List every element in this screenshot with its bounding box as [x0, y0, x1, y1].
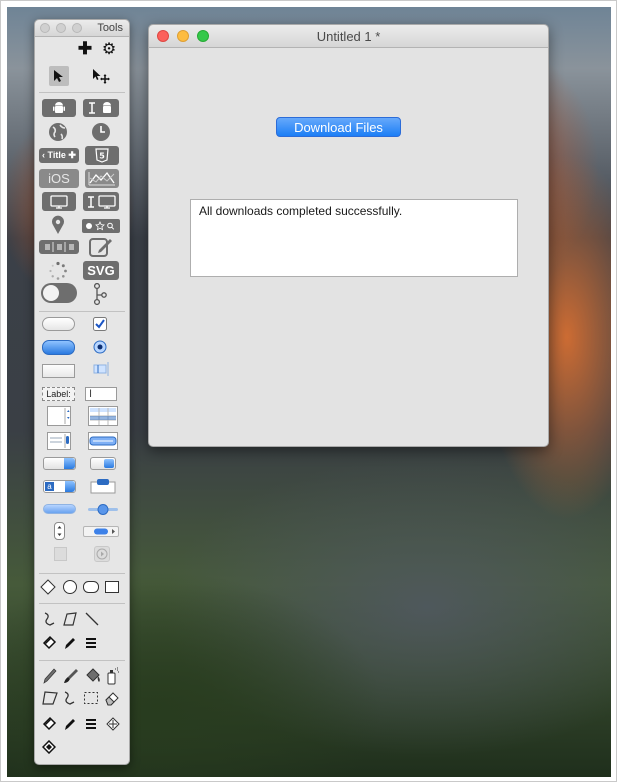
- push-button-control[interactable]: [42, 317, 75, 331]
- pattern-icon[interactable]: [106, 716, 120, 732]
- combo-box-control[interactable]: a: [43, 480, 76, 493]
- map-pin-icon[interactable]: [50, 215, 66, 235]
- fill-tool-icon[interactable]: [42, 716, 58, 732]
- android-app-icon[interactable]: [42, 99, 76, 117]
- chart-icon[interactable]: [85, 169, 119, 188]
- move-pointer-icon[interactable]: [91, 66, 113, 86]
- main-titlebar[interactable]: Untitled 1 *: [149, 25, 548, 48]
- tools-title: Tools: [97, 22, 123, 34]
- separator: [39, 603, 125, 604]
- segmented-control-icon[interactable]: [39, 240, 79, 254]
- polygon-icon[interactable]: [62, 611, 78, 627]
- line-weight-icon[interactable]: [84, 635, 98, 651]
- rounded-rect-shape-icon[interactable]: [82, 579, 100, 595]
- main-window: Untitled 1 * Download Files All download…: [148, 24, 549, 447]
- clock-icon[interactable]: [91, 122, 111, 142]
- arrow-pointer-icon[interactable]: [49, 66, 69, 86]
- android-text-icon[interactable]: [83, 99, 119, 117]
- tools-titlebar[interactable]: Tools: [35, 20, 129, 37]
- paint-bucket-icon[interactable]: [84, 667, 102, 685]
- spray-can-icon[interactable]: [104, 667, 120, 685]
- radio-button-control[interactable]: [93, 340, 107, 354]
- slider-control[interactable]: [87, 502, 119, 516]
- progress-spinner-icon[interactable]: [48, 261, 68, 281]
- svg-control[interactable]: SVG: [83, 261, 119, 280]
- window-title: Untitled 1 *: [316, 29, 381, 44]
- tab-view-control[interactable]: [90, 478, 116, 494]
- html5-number: 5: [99, 152, 105, 161]
- paint-fill-icon[interactable]: [42, 635, 58, 651]
- list-box-control[interactable]: [47, 406, 71, 426]
- diamond-shape-icon[interactable]: [40, 579, 56, 595]
- little-arrows-control[interactable]: [54, 522, 65, 540]
- listbox-header-control[interactable]: [88, 432, 118, 450]
- lasso-polygon-icon[interactable]: [41, 690, 59, 706]
- popup-menu-control[interactable]: [43, 457, 76, 470]
- tools-palette: Tools ✚ ⚙ ‹ Title ✚ 5 iOS SVG Label: I a: [34, 19, 130, 765]
- pencil-tool-icon[interactable]: [63, 716, 77, 732]
- download-files-button[interactable]: Download Files: [276, 117, 401, 137]
- eraser-icon[interactable]: [104, 690, 120, 706]
- image-well-icon[interactable]: [54, 547, 67, 561]
- tools-minimize-button[interactable]: [56, 23, 66, 33]
- separator: [39, 573, 125, 574]
- line-tool-icon[interactable]: [84, 611, 100, 627]
- circle-shape-icon[interactable]: [62, 579, 78, 595]
- tools-zoom-button[interactable]: [72, 23, 82, 33]
- separator: [39, 660, 125, 661]
- stepper-field-control[interactable]: [93, 360, 111, 378]
- text-field-control[interactable]: I: [85, 387, 117, 401]
- globe-icon[interactable]: [48, 122, 68, 142]
- add-icon[interactable]: ✚: [75, 39, 95, 58]
- marquee-select-icon[interactable]: [83, 690, 99, 706]
- monitor-text-icon[interactable]: [83, 192, 119, 211]
- rating-control[interactable]: [82, 219, 120, 233]
- lasso-icon[interactable]: [62, 690, 78, 706]
- status-message: All downloads completed successfully.: [199, 204, 403, 218]
- text-edit-icon[interactable]: [89, 236, 113, 258]
- default-button-control[interactable]: [42, 340, 75, 355]
- separator: [39, 311, 125, 312]
- rectangle-shape-icon[interactable]: [104, 579, 120, 595]
- pulldown-control[interactable]: [90, 457, 116, 470]
- stroke-weight-icon[interactable]: [84, 716, 98, 732]
- pencil-icon[interactable]: [63, 635, 77, 651]
- bevel-button-control[interactable]: [42, 364, 75, 378]
- ios-app-control[interactable]: iOS: [39, 169, 79, 188]
- toggle-switch-icon[interactable]: [41, 283, 77, 303]
- freehand-curve-icon[interactable]: [42, 611, 58, 627]
- status-text-area[interactable]: All downloads completed successfully.: [190, 199, 518, 277]
- diamond-fill-icon[interactable]: [42, 740, 56, 754]
- scroll-area-control[interactable]: [47, 432, 71, 450]
- pen-icon[interactable]: [42, 667, 58, 685]
- screenshot-frame: Tools ✚ ⚙ ‹ Title ✚ 5 iOS SVG Label: I a…: [0, 0, 617, 782]
- gear-icon[interactable]: ⚙: [99, 40, 119, 58]
- label-control[interactable]: Label:: [42, 387, 75, 401]
- tree-hierarchy-icon[interactable]: [93, 283, 107, 305]
- table-view-control[interactable]: [88, 406, 118, 426]
- html5-icon[interactable]: 5: [85, 146, 119, 165]
- title-bar-control[interactable]: ‹ Title ✚: [39, 148, 79, 163]
- scroll-bar-control[interactable]: [83, 526, 119, 537]
- separator: [39, 92, 125, 93]
- brush-icon[interactable]: [62, 667, 80, 685]
- progress-bar-control[interactable]: [43, 504, 76, 514]
- monitor-icon[interactable]: [42, 192, 76, 211]
- movie-player-icon[interactable]: [94, 546, 110, 562]
- tools-close-button[interactable]: [40, 23, 50, 33]
- checkbox-control[interactable]: [93, 317, 107, 331]
